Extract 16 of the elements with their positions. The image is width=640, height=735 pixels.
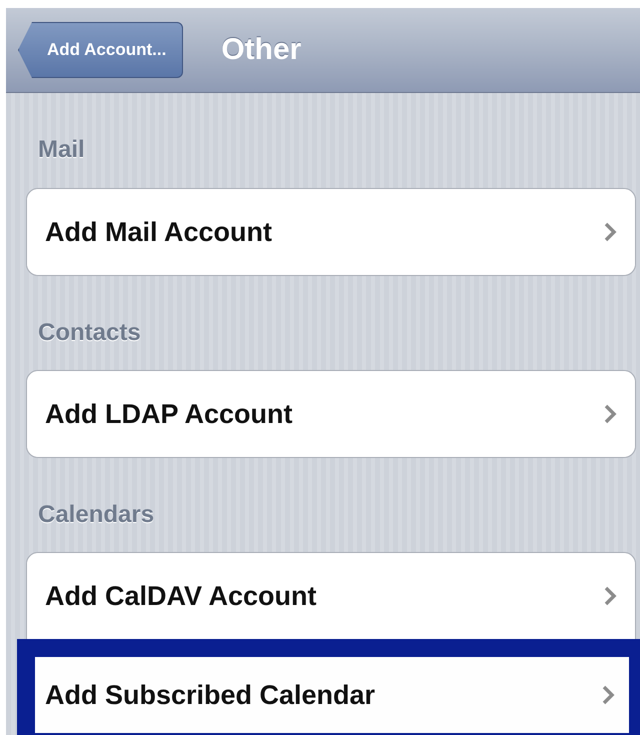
chevron-icon (603, 403, 617, 425)
section-header: Calendars (37, 500, 156, 530)
list-row[interactable]: Add LDAP Account (27, 371, 635, 457)
back-button[interactable]: Add Account... (18, 22, 184, 78)
list-row[interactable]: Add Subscribed Calendar (17, 639, 640, 735)
row-label: Add Mail Account (45, 216, 272, 248)
section-header: Mail (37, 135, 86, 165)
section-header: Contacts (37, 318, 142, 348)
chevron-icon (603, 585, 617, 607)
row-label: Add Subscribed Calendar (45, 680, 376, 710)
row-label: Add CalDAV Account (45, 580, 317, 612)
chevron-icon (603, 221, 617, 243)
list-row[interactable]: Add Mail Account (27, 189, 635, 275)
nav-title: Other (221, 33, 302, 67)
chevron-icon (601, 684, 615, 706)
row-label: Add LDAP Account (45, 398, 292, 430)
